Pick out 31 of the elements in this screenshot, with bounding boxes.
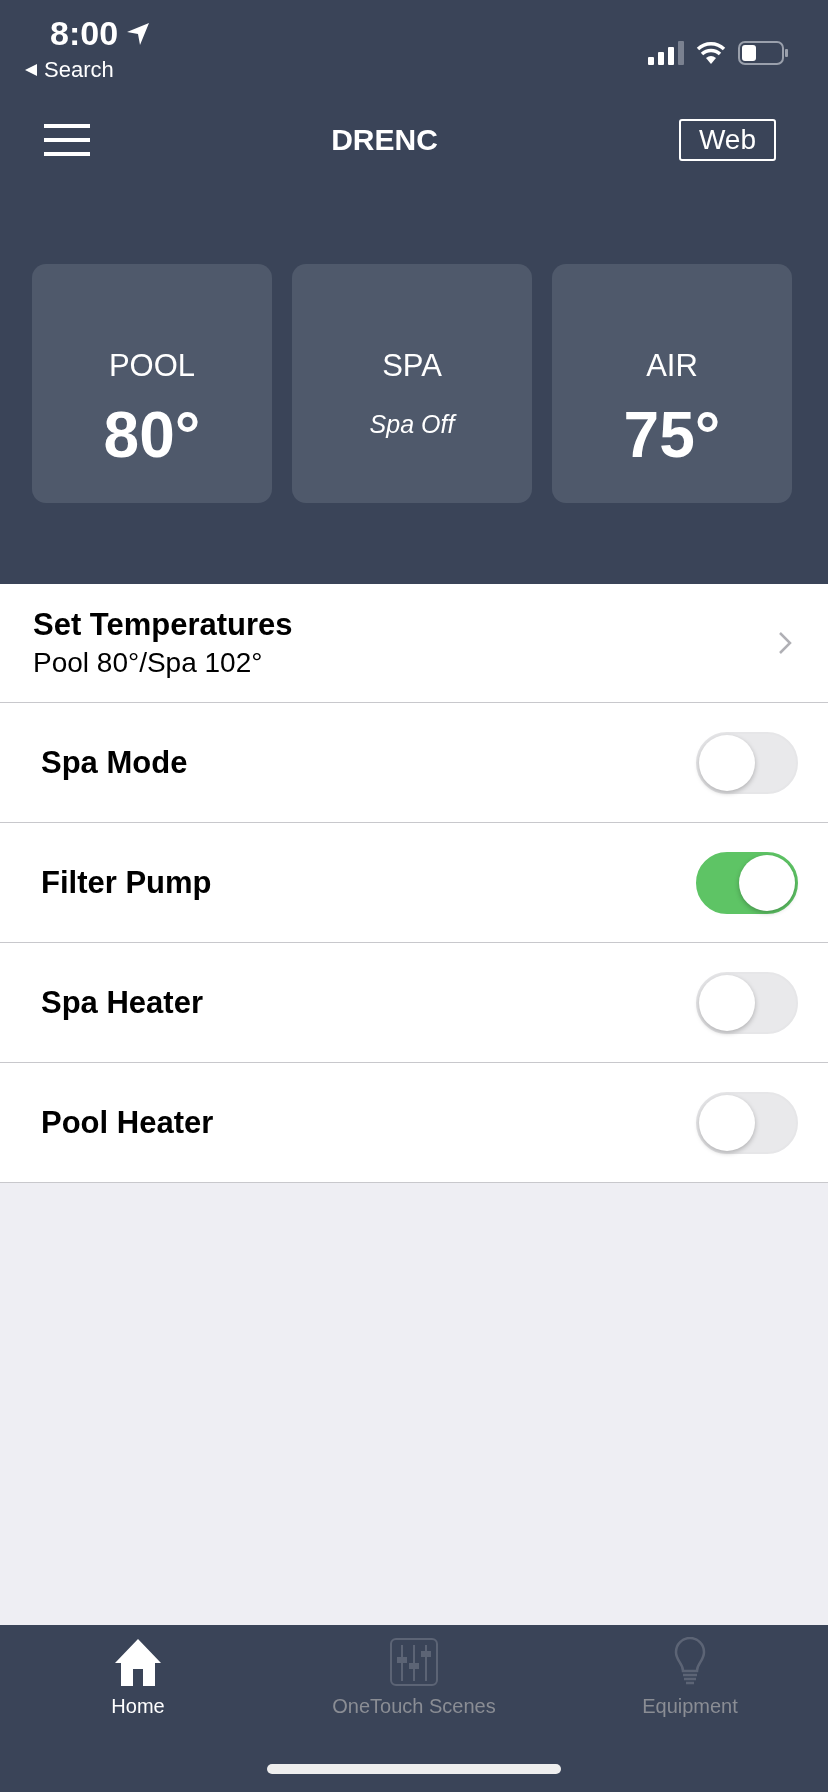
reading-card[interactable]: POOL 80° xyxy=(32,264,272,503)
app-title: DRENC xyxy=(331,123,438,157)
chevron-right-icon xyxy=(778,631,792,655)
card-label: AIR xyxy=(646,348,698,384)
toggle-label: Spa Mode xyxy=(41,744,188,781)
toggle-label: Filter Pump xyxy=(41,864,212,901)
row-title: Set Temperatures xyxy=(33,607,293,643)
toggle-label: Pool Heater xyxy=(41,1104,214,1141)
set-temperatures-row[interactable]: Set Temperatures Pool 80°/Spa 102° xyxy=(0,584,828,703)
sliders-icon xyxy=(389,1637,439,1687)
toggle-label: Spa Heater xyxy=(41,984,203,1021)
location-arrow-icon xyxy=(126,21,151,46)
menu-icon[interactable] xyxy=(44,124,90,156)
card-label: POOL xyxy=(108,348,196,384)
row-subtitle: Pool 80°/Spa 102° xyxy=(33,647,264,679)
battery-icon xyxy=(738,41,788,65)
web-button[interactable]: Web xyxy=(678,119,776,161)
card-status: Spa Off xyxy=(369,410,455,439)
card-temperature: 75° xyxy=(623,398,721,472)
status-time: 8:00 xyxy=(50,14,119,53)
toggle-switch[interactable] xyxy=(696,851,798,914)
signal-icon xyxy=(648,41,684,65)
wifi-icon xyxy=(696,42,726,64)
reading-card[interactable]: SPA Spa Off xyxy=(292,264,532,503)
card-label: SPA xyxy=(382,348,442,384)
reading-card[interactable]: AIR 75° xyxy=(552,264,792,503)
card-temperature: 80° xyxy=(103,398,201,472)
tab-item[interactable]: Home xyxy=(0,1637,276,1718)
back-link[interactable]: Search xyxy=(24,57,151,83)
home-icon xyxy=(113,1637,163,1687)
back-triangle-icon xyxy=(24,63,38,77)
